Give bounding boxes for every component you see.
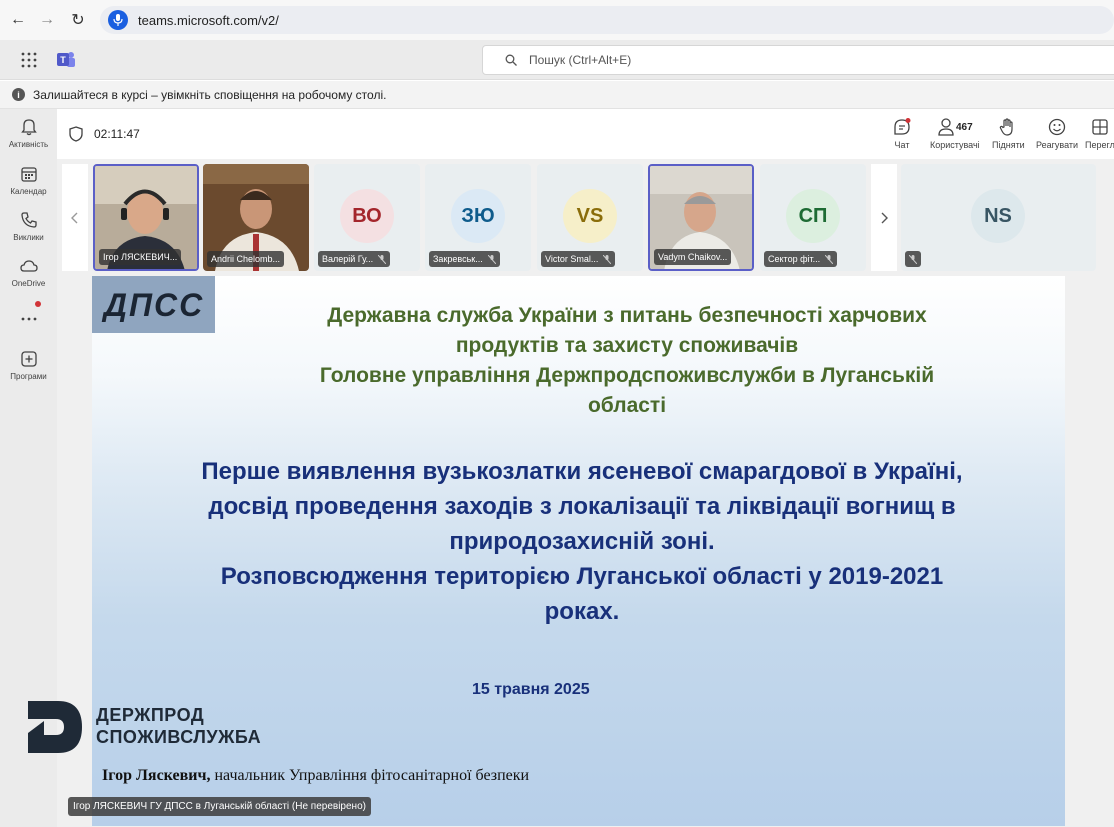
avatar: СП [786,189,840,243]
participant-name: Сектор фіт... [764,251,838,267]
chat-label: Чат [894,140,910,150]
teams-logo-icon: T [57,52,75,67]
calendar-icon [20,167,37,182]
raise-hand-button[interactable]: Підняти [992,117,1025,150]
view-label: Перегл [1085,140,1114,150]
participant-tile[interactable]: Andrii Chelomb... [203,164,309,271]
participant-tile[interactable]: VS Victor Smal... [537,164,643,271]
avatar: NS [971,189,1025,243]
slide-date: 15 травня 2025 [472,681,590,698]
participant-strip: Ігор ЛЯСКЕВИЧ... Andrii Chelomb... ВО Ва… [57,159,1114,277]
slide-title: Перше виявлення вузькозлатки ясеневої см… [201,458,963,625]
shield-icon [69,126,83,142]
back-button[interactable]: ← [3,5,33,35]
svg-text:T: T [60,55,66,65]
speaker-info: Ігор Ляскевич, начальник Управління фіто… [102,767,530,784]
mic-off-icon [378,254,387,264]
phone-icon [20,212,37,228]
people-button[interactable]: 467 Користувачі [930,117,980,150]
rail-item-apps[interactable]: Програми [0,349,57,381]
emoji-icon [1048,118,1066,136]
meeting-toolbar: 02:11:47 Чат 467 Користувачі Підняти Реа… [57,109,1114,159]
cloud-icon [19,260,38,272]
mic-off-icon [909,254,917,264]
search-placeholder: Пошук (Ctrl+Alt+E) [529,53,632,67]
forward-button[interactable]: → [32,5,62,35]
chevron-left-icon [71,212,78,223]
mic-off-icon [487,254,496,264]
rail-label: Виклики [13,233,44,242]
rail-label: OneDrive [11,279,46,288]
raise-hand-label: Підняти [992,140,1025,150]
avatar: ВО [340,189,394,243]
rail-label: Календар [10,187,47,196]
reload-button[interactable]: ↻ [63,5,93,35]
strip-prev-button[interactable] [62,164,88,271]
rail-item-calendar[interactable]: Календар [0,164,57,196]
avatar: ЗЮ [451,189,505,243]
dpss-logo: ДПСС [92,276,215,333]
mic-off-icon [603,254,612,264]
shared-slide: ДПСС Державна служба України з питань бе… [92,276,1065,826]
participant-tile[interactable]: Ігор ЛЯСКЕВИЧ... [93,164,199,271]
participant-name: Закревськ... [429,251,500,267]
people-icon [938,118,954,136]
participant-count: 467 [956,121,973,133]
microphone-icon[interactable] [108,10,128,30]
participant-name: Vadym Chaikov... [654,249,732,265]
info-icon: i [12,88,25,101]
hand-icon [1000,118,1013,136]
participant-name: Валерій Гу... [318,251,391,267]
chat-button[interactable]: Чат [892,117,912,150]
notification-dot [35,301,41,307]
slide-organization: Державна служба України з питань безпечн… [319,304,935,417]
more-icon [21,317,36,321]
participant-tile[interactable]: ЗЮ Закревськ... [425,164,531,271]
participant-tile[interactable]: СП Сектор фіт... [760,164,866,271]
notification-text: Залишайтеся в курсі – увімкніть сповіщен… [33,87,387,102]
participant-name: Ігор ЛЯСКЕВИЧ... [99,249,182,265]
view-button[interactable]: Перегл [1085,117,1114,150]
meeting-stage: 02:11:47 Чат 467 Користувачі Підняти Реа… [57,109,1114,827]
browser-toolbar: ← → ↻ teams.microsoft.com/v2/ [0,0,1114,40]
add-apps-icon [20,351,37,367]
active-speaker-caption: Ігор ЛЯСКЕВИЧ ГУ ДПСС в Луганській облас… [68,797,371,816]
participant-name: Andrii Chelomb... [207,251,285,267]
teams-header: T Пошук (Ctrl+Alt+E) [0,40,1114,80]
view-icon [1092,119,1108,135]
notification-banner: i Залишайтеся в курсі – увімкніть сповіщ… [0,81,1114,109]
rail-item-more[interactable] [0,309,57,329]
rail-label: Програми [10,372,47,381]
react-button[interactable]: Реагувати [1036,117,1078,150]
search-input[interactable]: Пошук (Ctrl+Alt+E) [482,45,1114,75]
brand-name: ДЕРЖПРОД СПОЖИВСЛУЖБА [96,705,262,747]
rail-label: Активність [8,140,49,149]
react-label: Реагувати [1036,140,1079,150]
participant-mute-tag [905,251,921,267]
participant-tile[interactable]: Vadym Chaikov... [648,164,754,271]
strip-next-button[interactable] [871,164,897,271]
url-text: teams.microsoft.com/v2/ [138,12,279,28]
svg-text:ДПСС: ДПСС [100,288,203,322]
brand-logo-icon [28,701,82,753]
bell-icon [20,119,37,136]
rail-item-calls[interactable]: Виклики [0,210,57,242]
rail-item-onedrive[interactable]: OneDrive [0,256,57,288]
meeting-timer: 02:11:47 [94,127,140,141]
avatar: VS [563,189,617,243]
rail-item-activity[interactable]: Активність [0,117,57,149]
mic-off-icon [825,254,834,264]
participant-tile[interactable]: NS [901,164,1096,271]
participant-name: Victor Smal... [541,251,616,267]
search-icon [505,54,517,66]
chevron-right-icon [881,212,888,223]
address-bar[interactable]: teams.microsoft.com/v2/ [100,6,1114,34]
people-label: Користувачі [930,140,980,150]
participant-tile[interactable]: ВО Валерій Гу... [314,164,420,271]
app-launcher-icon[interactable] [20,51,38,69]
chat-icon [894,118,911,135]
